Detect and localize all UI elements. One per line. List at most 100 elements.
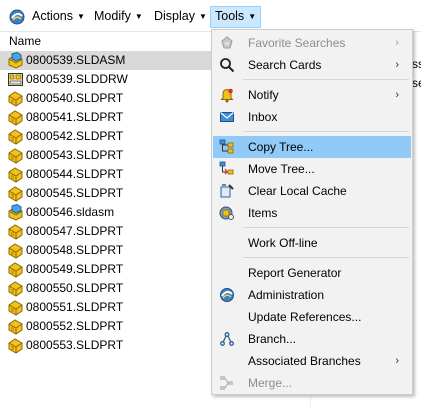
file-row[interactable]: 0800546.sldasm: [0, 203, 214, 222]
menu-item-copy-tree[interactable]: Copy Tree...: [213, 136, 411, 158]
part-icon: [7, 166, 24, 183]
items-icon: [219, 205, 235, 221]
menu-item-label: Items: [248, 206, 278, 220]
part-icon: [7, 318, 24, 335]
file-row[interactable]: 0800547.SLDPRT: [0, 222, 214, 241]
file-name: 0800540.SLDPRT: [26, 91, 124, 105]
move-tree-icon: [219, 161, 235, 177]
menu-item-label: Search Cards: [248, 58, 322, 72]
menu-item-label: Merge...: [248, 376, 293, 390]
part-icon: [7, 128, 24, 145]
chevron-down-icon: ▼: [77, 12, 85, 21]
menu-item-label: Associated Branches: [248, 354, 361, 368]
administration-icon: [219, 287, 235, 303]
assembly-icon: [7, 51, 24, 69]
part-icon: [7, 185, 24, 202]
menu-item-clear-local-cache[interactable]: Clear Local Cache: [213, 180, 411, 202]
file-row[interactable]: 0800544.SLDPRT: [0, 165, 214, 184]
part-icon: [7, 147, 24, 164]
menu-modify-label: Modify: [94, 9, 131, 23]
menu-item-label: Report Generator: [248, 266, 342, 280]
chevron-right-icon: ›: [395, 355, 399, 367]
menu-item-search-cards[interactable]: Search Cards ›: [213, 54, 411, 76]
file-row[interactable]: 0800551.SLDPRT: [0, 298, 214, 317]
pdm-logo-icon: [9, 9, 25, 25]
file-name: 0800543.SLDPRT: [26, 148, 124, 162]
right-fragment: ss: [412, 57, 421, 71]
file-name: 0800549.SLDPRT: [26, 262, 124, 276]
menu-item-administration[interactable]: Administration: [213, 284, 411, 306]
chevron-right-icon: ›: [395, 89, 399, 101]
file-row[interactable]: 0800550.SLDPRT: [0, 279, 214, 298]
clear-cache-icon: [219, 183, 235, 199]
menu-item-associated-branches[interactable]: Associated Branches ›: [213, 350, 411, 372]
file-row[interactable]: 0800552.SLDPRT: [0, 317, 214, 336]
menu-separator: [243, 79, 409, 80]
menu-display-label: Display: [154, 9, 195, 23]
file-row[interactable]: 0800539.SLDDRW: [0, 70, 214, 89]
file-row[interactable]: 0800549.SLDPRT: [0, 260, 214, 279]
menu-item-move-tree[interactable]: Move Tree...: [213, 158, 411, 180]
file-name: 0800551.SLDPRT: [26, 300, 124, 314]
search-icon: [219, 57, 235, 73]
menu-item-label: Notify: [248, 88, 279, 102]
file-name: 0800548.SLDPRT: [26, 243, 124, 257]
menu-display[interactable]: Display ▼: [150, 6, 211, 26]
menu-item-label: Work Off-line: [248, 236, 318, 250]
menu-item-favorite-searches: Favorite Searches ›: [213, 32, 411, 54]
drawing-icon: [7, 71, 24, 88]
file-row[interactable]: 0800542.SLDPRT: [0, 127, 214, 146]
menu-actions[interactable]: Actions ▼: [28, 6, 89, 26]
menu-tools[interactable]: Tools ▼: [210, 6, 262, 28]
column-header-label: Name: [9, 34, 42, 48]
chevron-down-icon: ▼: [134, 12, 143, 21]
file-row[interactable]: 0800540.SLDPRT: [0, 89, 214, 108]
file-name: 0800541.SLDPRT: [26, 110, 124, 124]
file-name: 0800546.sldasm: [26, 205, 115, 219]
menu-item-label: Copy Tree...: [248, 140, 314, 154]
menu-item-merge: Merge...: [213, 372, 411, 394]
menu-separator: [243, 257, 409, 258]
menu-item-label: Administration: [248, 288, 325, 302]
copy-tree-icon: [219, 139, 235, 155]
file-name: 0800550.SLDPRT: [26, 281, 124, 295]
part-icon: [7, 90, 24, 107]
chevron-down-icon: ▼: [199, 12, 207, 21]
menu-separator: [243, 131, 409, 132]
right-fragment: se: [412, 76, 421, 90]
favorite-searches-icon: [219, 35, 235, 51]
part-icon: [7, 109, 24, 126]
assembly-icon: [7, 203, 24, 221]
file-name: 0800547.SLDPRT: [26, 224, 124, 238]
file-row[interactable]: 0800539.SLDASM: [0, 51, 214, 70]
menu-item-items[interactable]: Items: [213, 202, 411, 224]
part-icon: [7, 337, 24, 354]
chevron-right-icon: ›: [395, 37, 399, 49]
menu-modify[interactable]: Modify ▼: [90, 6, 147, 26]
menu-item-inbox[interactable]: Inbox: [213, 106, 411, 128]
menu-item-branch[interactable]: Branch...: [213, 328, 411, 350]
bell-icon: [219, 87, 235, 103]
file-row[interactable]: 0800548.SLDPRT: [0, 241, 214, 260]
menu-item-update-references[interactable]: Update References...: [213, 306, 411, 328]
part-icon: [7, 242, 24, 259]
menu-item-work-off-line[interactable]: Work Off-line: [213, 232, 411, 254]
file-name: 0800542.SLDPRT: [26, 129, 124, 143]
file-name: 0800553.SLDPRT: [26, 338, 124, 352]
menu-item-label: Branch...: [248, 332, 297, 346]
file-row[interactable]: 0800543.SLDPRT: [0, 146, 214, 165]
menu-item-notify[interactable]: Notify ›: [213, 84, 411, 106]
file-row[interactable]: 0800553.SLDPRT: [0, 336, 214, 355]
branch-icon: [219, 331, 235, 347]
part-icon: [7, 261, 24, 278]
file-name: 0800552.SLDPRT: [26, 319, 124, 333]
file-row[interactable]: 0800541.SLDPRT: [0, 108, 214, 127]
menu-separator: [243, 227, 409, 228]
menu-tools-label: Tools: [215, 9, 245, 23]
file-row[interactable]: 0800545.SLDPRT: [0, 184, 214, 203]
chevron-down-icon: ▼: [248, 12, 257, 21]
part-icon: [7, 280, 24, 297]
inbox-icon: [219, 109, 235, 125]
tools-menu: Favorite Searches › Search Cards › Notify › In…: [211, 29, 413, 395]
menu-item-report-generator[interactable]: Report Generator: [213, 262, 411, 284]
